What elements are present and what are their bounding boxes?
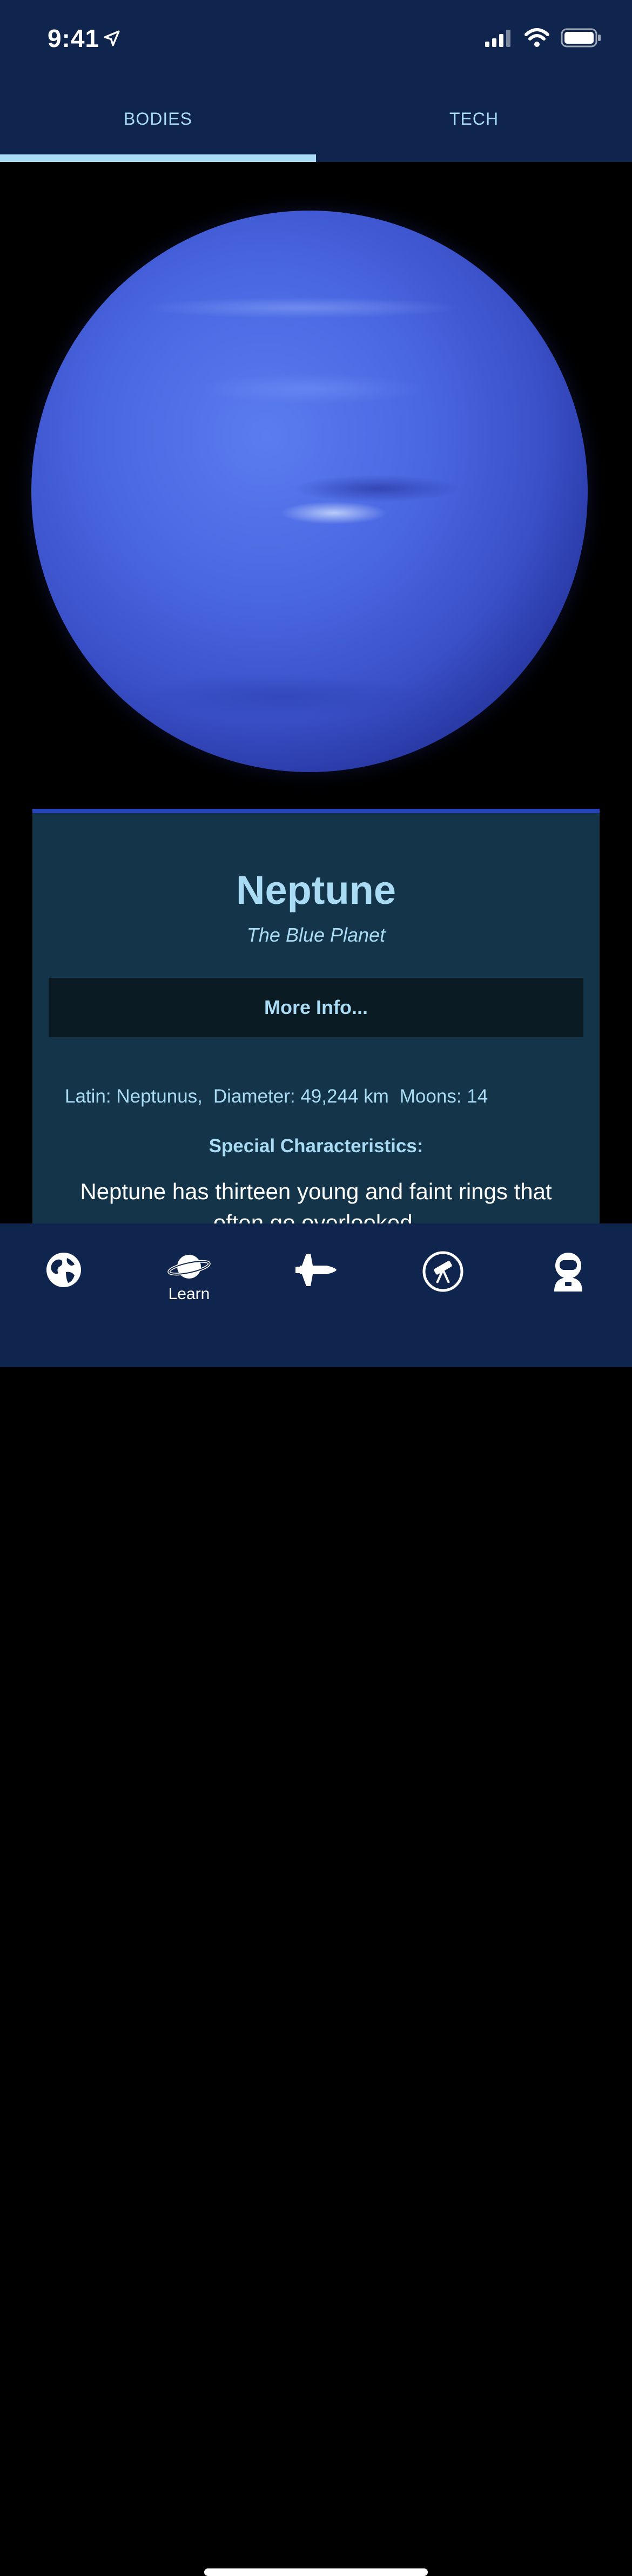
neptune-image (31, 211, 588, 772)
tab-profile[interactable] (530, 1250, 606, 1326)
active-tab-indicator (0, 154, 316, 162)
planet-name: Neptune (236, 868, 396, 912)
fact-moons: Moons: 14 (399, 1086, 488, 1107)
planet-facts: Latin: Neptunus, Diameter: 49,244 km Moo… (65, 1086, 583, 1107)
top-tab-bar: BODIES TECH (0, 81, 632, 162)
telescope-icon (422, 1251, 463, 1292)
location-arrow-icon (104, 30, 120, 46)
tab-learn-label: Learn (168, 1285, 210, 1303)
home-indicator[interactable] (204, 2568, 428, 2576)
special-characteristics-title: Special Characteristics: (209, 1135, 423, 1157)
status-bar: 9:41 (0, 0, 632, 81)
tab-missions[interactable] (278, 1250, 354, 1326)
globe-icon (46, 1253, 81, 1287)
battery-icon (561, 28, 601, 48)
more-info-button[interactable]: More Info... (49, 978, 583, 1037)
planet-subtitle: The Blue Planet (246, 924, 386, 946)
status-time: 9:41 (48, 24, 100, 52)
signal-icon (485, 30, 510, 47)
tab-bodies[interactable]: BODIES (0, 81, 316, 162)
shuttle-icon (295, 1254, 337, 1286)
tab-observe[interactable] (405, 1250, 481, 1326)
tab-explore[interactable] (26, 1250, 102, 1326)
planet-icon (167, 1255, 211, 1279)
planet-info-card: Neptune The Blue Planet More Info... Lat… (32, 809, 600, 1235)
tab-learn[interactable]: Learn (151, 1250, 227, 1326)
planet-image-area (0, 162, 632, 810)
wifi-icon (525, 28, 549, 47)
fact-diameter: Diameter: 49,244 km (213, 1086, 389, 1107)
fact-latin: Latin: Neptunus, (65, 1086, 203, 1107)
tab-tech[interactable]: TECH (316, 81, 632, 162)
astronaut-icon (554, 1253, 582, 1292)
tab-tech-label: TECH (449, 109, 499, 129)
bottom-tab-bar: Learn (0, 1223, 632, 2576)
tab-bodies-label: BODIES (124, 109, 192, 129)
